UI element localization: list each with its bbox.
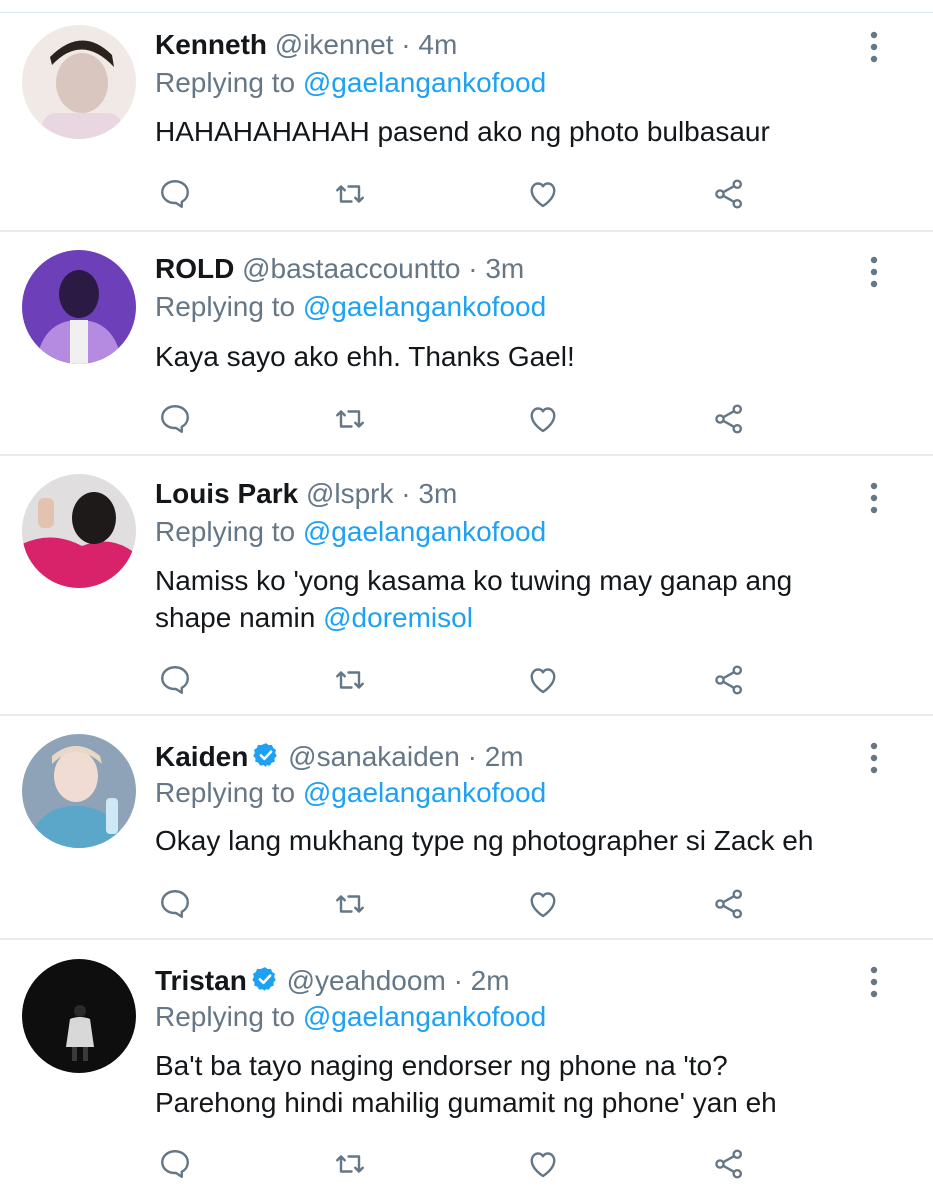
retweet-icon[interactable]	[330, 660, 370, 700]
retweet-icon[interactable]	[330, 884, 370, 924]
timestamp[interactable]: 2m	[471, 965, 510, 996]
tweet-text-fragment: shape namin	[155, 602, 316, 633]
more-options-icon[interactable]	[862, 254, 886, 290]
reply-icon[interactable]	[155, 884, 195, 924]
more-options-icon[interactable]	[862, 480, 886, 516]
display-name[interactable]: ROLD	[155, 253, 234, 284]
tweet-header: Tristan @yeahdoom · 2m	[155, 964, 510, 1001]
retweet-icon[interactable]	[330, 399, 370, 439]
like-icon[interactable]	[523, 884, 563, 924]
timestamp[interactable]: 2m	[485, 741, 524, 772]
replying-to: Replying to @gaelangankofood	[155, 66, 546, 100]
tweet-actions	[0, 399, 933, 439]
like-icon[interactable]	[523, 660, 563, 700]
tweet-text-line: Namiss ko 'yong kasama ko tuwing may gan…	[155, 565, 793, 596]
replying-to-label: Replying to	[155, 1001, 296, 1032]
display-name[interactable]: Louis Park	[155, 478, 298, 509]
replying-to-link[interactable]: @gaelangankofood	[303, 516, 546, 547]
more-options-icon[interactable]	[862, 740, 886, 776]
top-divider	[0, 0, 933, 13]
tweet-card[interactable]: Tristan @yeahdoom · 2m Replying to @gael…	[0, 940, 933, 1200]
display-name[interactable]: Kaiden	[155, 741, 248, 772]
timestamp[interactable]: 3m	[485, 253, 524, 284]
tweet-header: Kaiden @sanakaiden · 2m	[155, 740, 524, 777]
user-handle[interactable]: @yeahdoom	[287, 965, 446, 996]
tweet-actions	[0, 1144, 933, 1184]
replying-to: Replying to @gaelangankofood	[155, 1000, 546, 1034]
avatar[interactable]	[22, 250, 136, 364]
tweet-text: HAHAHAHAHAH pasend ako ng photo bulbasau…	[155, 113, 895, 150]
tweet-actions	[0, 884, 933, 924]
tweet-card[interactable]: Kenneth @ikennet · 4m Replying to @gaela…	[0, 14, 933, 232]
replying-to-link[interactable]: @gaelangankofood	[303, 777, 546, 808]
user-handle[interactable]: @lsprk	[306, 478, 394, 509]
reply-icon[interactable]	[155, 174, 195, 214]
share-icon[interactable]	[709, 1144, 749, 1184]
tweet-text: Okay lang mukhang type ng photographer s…	[155, 822, 895, 859]
tweet-card[interactable]: ROLD @bastaaccountto · 3m Replying to @g…	[0, 232, 933, 456]
display-name[interactable]: Tristan	[155, 965, 247, 996]
replying-to: Replying to @gaelangankofood	[155, 515, 546, 549]
avatar[interactable]	[22, 959, 136, 1073]
separator-dot: ·	[401, 29, 411, 60]
replying-to-link[interactable]: @gaelangankofood	[303, 67, 546, 98]
replying-to-link[interactable]: @gaelangankofood	[303, 291, 546, 322]
separator-dot: ·	[453, 965, 463, 996]
tweet-card[interactable]: Kaiden @sanakaiden · 2m Replying to @gae…	[0, 716, 933, 940]
tweet-text-line: Parehong hindi mahilig gumamit ng phone'…	[155, 1087, 777, 1118]
mention-link[interactable]: @doremisol	[323, 602, 473, 633]
tweet-text-line: shape namin @doremisol	[155, 599, 895, 636]
tweet-header: ROLD @bastaaccountto · 3m	[155, 252, 524, 286]
avatar[interactable]	[22, 25, 136, 139]
replying-to: Replying to @gaelangankofood	[155, 290, 546, 324]
replying-to-label: Replying to	[155, 67, 296, 98]
retweet-icon[interactable]	[330, 1144, 370, 1184]
more-options-icon[interactable]	[862, 29, 886, 65]
user-handle[interactable]: @ikennet	[275, 29, 394, 60]
share-icon[interactable]	[709, 884, 749, 924]
share-icon[interactable]	[709, 174, 749, 214]
share-icon[interactable]	[709, 399, 749, 439]
tweet-text-line: Ba't ba tayo naging endorser ng phone na…	[155, 1050, 728, 1081]
tweet-actions	[0, 174, 933, 214]
tweet-text: Kaya sayo ako ehh. Thanks Gael!	[155, 338, 895, 375]
reply-icon[interactable]	[155, 1144, 195, 1184]
tweet-text-line: HAHAHAHAHAH pasend ako ng photo bulbasau…	[155, 116, 770, 147]
reply-icon[interactable]	[155, 399, 195, 439]
tweet-text-line: Kaya sayo ako ehh. Thanks Gael!	[155, 341, 575, 372]
tweet-text: Namiss ko 'yong kasama ko tuwing may gan…	[155, 562, 895, 636]
user-handle[interactable]: @bastaaccountto	[242, 253, 460, 284]
retweet-icon[interactable]	[330, 174, 370, 214]
tweet-text: Ba't ba tayo naging endorser ng phone na…	[155, 1047, 895, 1121]
like-icon[interactable]	[523, 174, 563, 214]
display-name[interactable]: Kenneth	[155, 29, 267, 60]
replying-to-link[interactable]: @gaelangankofood	[303, 1001, 546, 1032]
verified-badge-icon	[251, 965, 279, 1001]
tweet-header: Louis Park @lsprk · 3m	[155, 477, 457, 511]
tweet-text-line: Okay lang mukhang type ng photographer s…	[155, 825, 814, 856]
avatar[interactable]	[22, 474, 136, 588]
tweet-header: Kenneth @ikennet · 4m	[155, 28, 457, 62]
tweet-card[interactable]: Louis Park @lsprk · 3m Replying to @gael…	[0, 456, 933, 716]
avatar[interactable]	[22, 734, 136, 848]
verified-badge-icon	[252, 741, 280, 777]
timestamp[interactable]: 3m	[418, 478, 457, 509]
tweet-actions	[0, 660, 933, 700]
like-icon[interactable]	[523, 1144, 563, 1184]
separator-dot: ·	[401, 478, 411, 509]
timestamp[interactable]: 4m	[418, 29, 457, 60]
more-options-icon[interactable]	[862, 964, 886, 1000]
replying-to-label: Replying to	[155, 291, 296, 322]
replying-to-label: Replying to	[155, 777, 296, 808]
user-handle[interactable]: @sanakaiden	[288, 741, 460, 772]
separator-dot: ·	[467, 741, 477, 772]
reply-icon[interactable]	[155, 660, 195, 700]
like-icon[interactable]	[523, 399, 563, 439]
separator-dot: ·	[468, 253, 478, 284]
share-icon[interactable]	[709, 660, 749, 700]
replying-to-label: Replying to	[155, 516, 296, 547]
replying-to: Replying to @gaelangankofood	[155, 776, 546, 810]
